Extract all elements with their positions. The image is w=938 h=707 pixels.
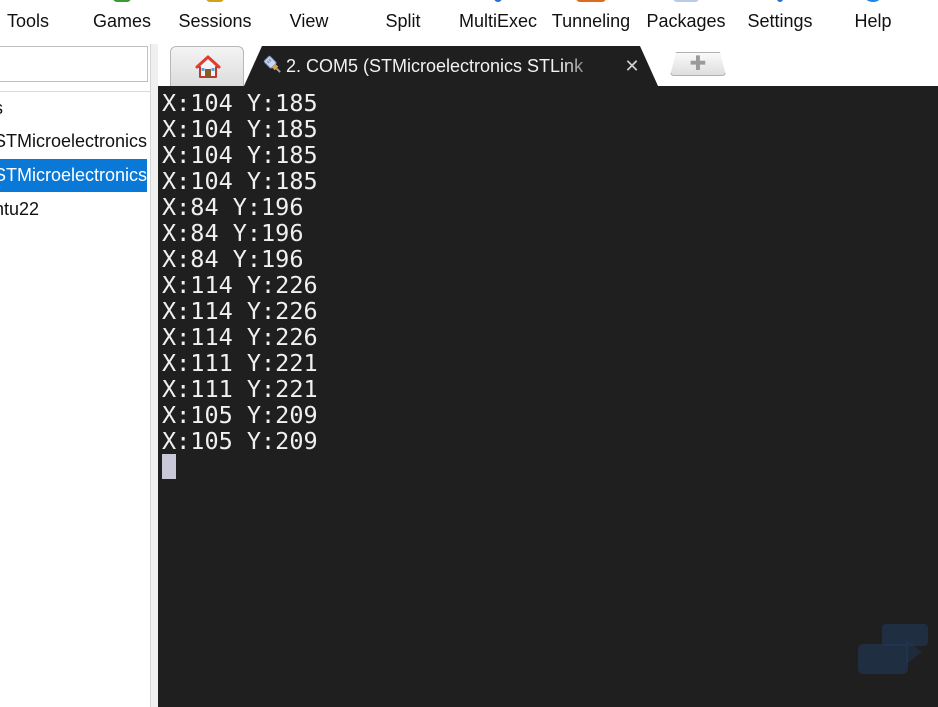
toolbar-settings-label: Settings <box>747 11 813 31</box>
settings-icon <box>777 0 783 2</box>
mobaxterm-window: Tools Games Sessions View Split MultiExe… <box>0 0 938 707</box>
session-item-selected[interactable]: STMicroelectronics <box>0 159 147 192</box>
help-icon <box>864 0 882 2</box>
terminal-line: X:114 Y:226 <box>162 323 318 351</box>
session-item[interactable]: ntu22 <box>0 193 147 226</box>
terminal-cursor <box>162 454 176 479</box>
terminal-line: X:104 Y:185 <box>162 89 318 117</box>
toolbar-packages-button[interactable]: Packages <box>644 0 728 44</box>
terminal-line: X:104 Y:185 <box>162 115 318 143</box>
toolbar-split-label: Split <box>385 11 421 31</box>
terminal-line: X:105 Y:209 <box>162 427 318 455</box>
terminal-line: X:105 Y:209 <box>162 401 318 429</box>
toolbar-multiexec-label: MultiExec <box>458 11 538 31</box>
session-item[interactable]: s <box>0 92 147 125</box>
home-icon <box>195 55 221 78</box>
tab-home[interactable] <box>170 46 244 86</box>
toolbar-tools-button[interactable]: Tools <box>0 0 56 44</box>
sessions-icon <box>206 0 224 2</box>
main-toolbar: Tools Games Sessions View Split MultiExe… <box>0 0 938 44</box>
toolbar-view-button[interactable]: View <box>280 0 338 44</box>
session-list: s STMicroelectronics STMicroelectronics … <box>0 91 150 707</box>
terminal-line: X:104 Y:185 <box>162 141 318 169</box>
new-tab-button[interactable]: ✚ <box>670 52 726 76</box>
terminal-line: X:114 Y:226 <box>162 271 318 299</box>
mobaxterm-watermark-icon <box>858 624 928 674</box>
multiexec-icon <box>494 0 502 2</box>
toolbar-packages-label: Packages <box>646 11 726 31</box>
toolbar-tunneling-label: Tunneling <box>551 11 631 31</box>
games-icon <box>113 0 131 2</box>
session-item[interactable]: STMicroelectronics <box>0 125 147 158</box>
tab-title: 2. COM5 (STMicroelectronics STLink <box>286 56 584 76</box>
toolbar-sessions-label: Sessions <box>178 11 252 31</box>
toolbar-tunneling-button[interactable]: Tunneling <box>546 0 636 44</box>
tunneling-icon <box>576 0 606 2</box>
toolbar-view-label: View <box>289 11 329 31</box>
terminal-line: X:84 Y:196 <box>162 219 304 247</box>
toolbar-games-button[interactable]: Games <box>84 0 160 44</box>
terminal-line: X:84 Y:196 <box>162 193 304 221</box>
terminal-line: X:114 Y:226 <box>162 297 318 325</box>
terminal-line: X:104 Y:185 <box>162 167 318 195</box>
toolbar-split-button[interactable]: Split <box>374 0 432 44</box>
toolbar-settings-button[interactable]: Settings <box>742 0 818 44</box>
terminal-output[interactable]: X:104 Y:185 X:104 Y:185 X:104 Y:185 X:10… <box>158 86 938 707</box>
serial-plug-icon <box>263 55 281 73</box>
plus-icon: ✚ <box>689 53 707 75</box>
terminal-line: X:111 Y:221 <box>162 375 318 403</box>
toolbar-help-label: Help <box>854 11 892 31</box>
terminal-line: X:84 Y:196 <box>162 245 304 273</box>
toolbar-multiexec-button[interactable]: MultiExec <box>454 0 542 44</box>
tab-close-icon[interactable]: ✕ <box>622 46 642 86</box>
packages-icon <box>673 0 699 2</box>
quick-connect-input[interactable] <box>0 46 148 82</box>
toolbar-games-label: Games <box>92 11 152 31</box>
toolbar-sessions-button[interactable]: Sessions <box>172 0 258 44</box>
toolbar-tools-label: Tools <box>6 11 50 31</box>
tab-com5-session[interactable]: 2. COM5 (STMicroelectronics STLink ✕ <box>244 46 658 86</box>
terminal-line: X:111 Y:221 <box>162 349 318 377</box>
sidebar-splitter[interactable] <box>150 44 158 707</box>
sessions-sidebar: s STMicroelectronics STMicroelectronics … <box>0 44 150 707</box>
toolbar-help-button[interactable]: Help <box>846 0 900 44</box>
tab-bar: 2. COM5 (STMicroelectronics STLink ✕ ✚ <box>158 44 938 86</box>
